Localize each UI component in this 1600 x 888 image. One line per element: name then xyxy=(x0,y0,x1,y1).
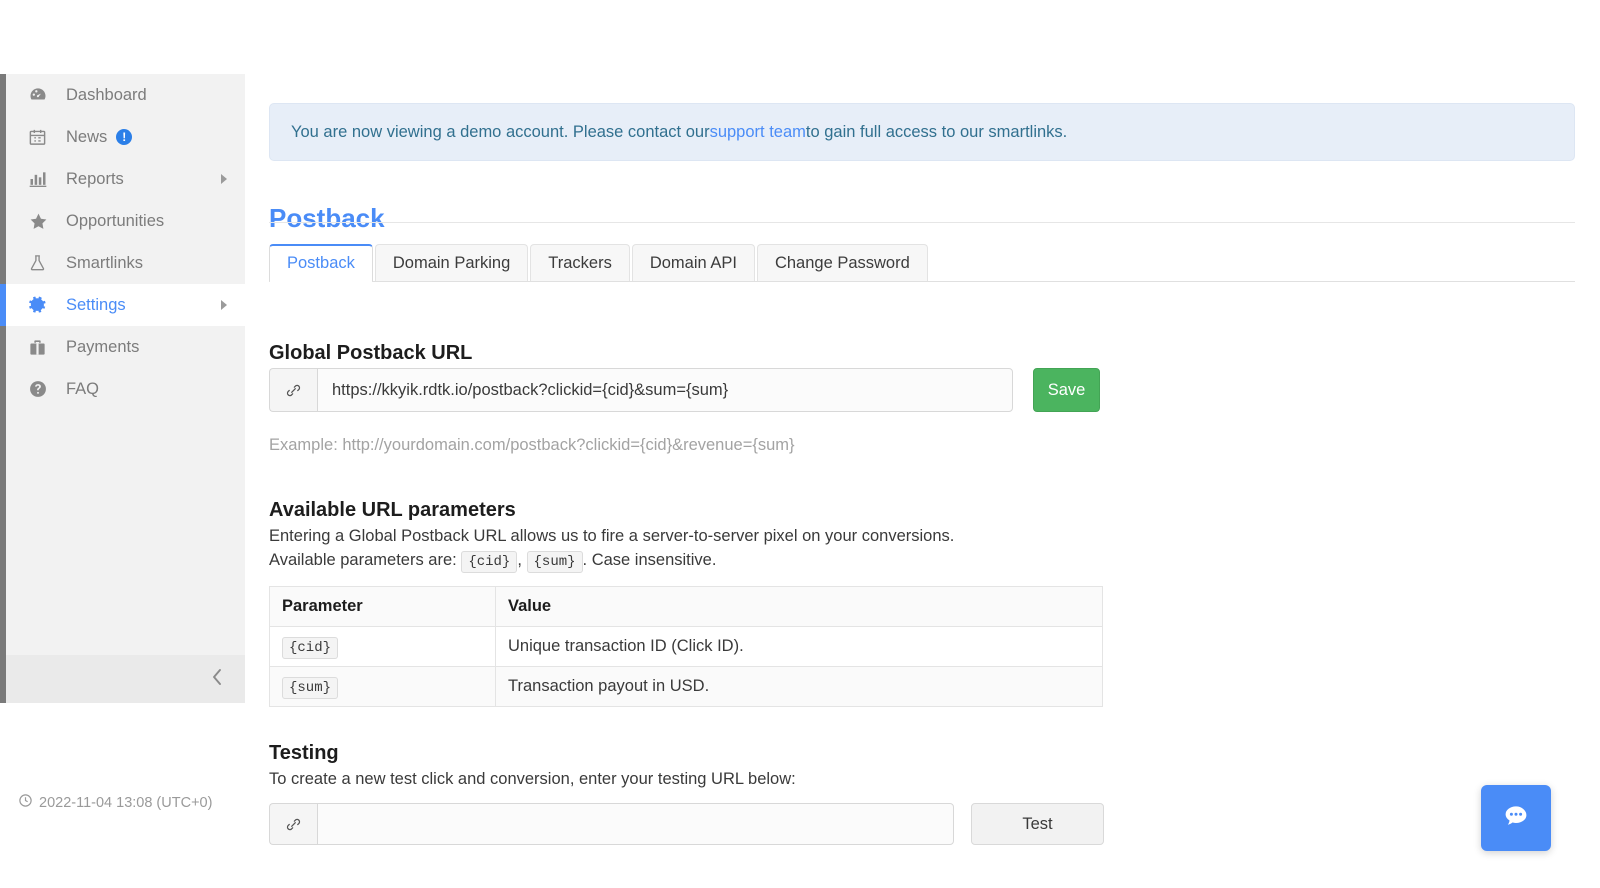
param-badge-sum-cell: {sum} xyxy=(282,677,339,699)
chat-widget-button[interactable] xyxy=(1481,785,1551,851)
sidebar-item-label: Dashboard xyxy=(66,85,147,104)
timestamp-text: 2022-11-04 13:08 (UTC+0) xyxy=(39,794,213,811)
sidebar-item-label: Smartlinks xyxy=(66,253,144,272)
tab-domain-api[interactable]: Domain API xyxy=(631,244,755,281)
sidebar-item-label: FAQ xyxy=(66,379,100,398)
cell-value: Transaction payout in USD. xyxy=(495,666,1103,707)
chevron-right-icon xyxy=(221,174,227,184)
bar-chart-icon xyxy=(28,168,54,190)
dashboard-icon xyxy=(28,84,54,106)
save-button[interactable]: Save xyxy=(1033,368,1100,412)
sidebar-item-news[interactable]: News ! xyxy=(6,116,245,158)
sidebar-item-label: Settings xyxy=(66,295,126,314)
testing-url-input[interactable] xyxy=(317,803,954,845)
testing-input-group xyxy=(269,803,954,845)
news-alert-badge: ! xyxy=(116,129,133,145)
briefcase-icon xyxy=(28,336,54,358)
parameters-description-line1: Entering a Global Postback URL allows us… xyxy=(269,527,955,545)
demo-account-banner: You are now viewing a demo account. Plea… xyxy=(269,103,1575,161)
sidebar-item-label: Opportunities xyxy=(66,211,165,230)
sidebar-collapse-button[interactable] xyxy=(0,655,245,703)
cell-parameter: {sum} xyxy=(269,666,496,707)
chat-bubble-icon xyxy=(1498,798,1534,839)
sidebar-item-payments[interactable]: Payments xyxy=(6,326,245,368)
sidebar-item-faq[interactable]: FAQ xyxy=(6,368,245,410)
tab-trackers[interactable]: Trackers xyxy=(530,244,630,281)
footer-timestamp: 2022-11-04 13:08 (UTC+0) xyxy=(18,793,212,812)
table-row: {cid} Unique transaction ID (Click ID). xyxy=(269,626,1103,667)
test-button[interactable]: Test xyxy=(971,803,1104,845)
page-title: Postback xyxy=(269,203,385,234)
sidebar: Dashboard News ! Reports Opportunities S… xyxy=(0,74,245,686)
sidebar-item-settings[interactable]: Settings xyxy=(0,284,245,326)
parameters-description-line2: Available parameters are: {cid}, {sum}. … xyxy=(269,551,717,573)
tab-domain-parking[interactable]: Domain Parking xyxy=(374,244,529,281)
testing-description: To create a new test click and conversio… xyxy=(269,770,796,788)
parameters-table: Parameter Value {cid} Unique transaction… xyxy=(269,586,1103,707)
support-team-link[interactable]: support team xyxy=(710,123,806,142)
title-divider xyxy=(269,222,1575,223)
sidebar-item-label: Payments xyxy=(66,337,140,356)
flask-icon xyxy=(28,252,54,274)
gear-icon xyxy=(28,294,54,316)
column-header-parameter: Parameter xyxy=(269,586,496,627)
available-parameters-heading: Available URL parameters xyxy=(269,498,516,521)
sidebar-item-smartlinks[interactable]: Smartlinks xyxy=(6,242,245,284)
sidebar-item-label: News xyxy=(66,127,108,146)
app-root: Dashboard News ! Reports Opportunities S… xyxy=(0,0,1600,888)
param-badge-cid-cell: {cid} xyxy=(282,637,339,659)
banner-text-before: You are now viewing a demo account. Plea… xyxy=(291,122,710,141)
global-postback-url-input[interactable] xyxy=(317,368,1013,412)
banner-text-after: to gain full access to our smartlinks. xyxy=(805,122,1068,141)
star-icon xyxy=(28,210,54,232)
column-header-value: Value xyxy=(495,586,1103,627)
param-badge-cid: {cid} xyxy=(461,551,518,573)
cell-parameter: {cid} xyxy=(269,626,496,667)
global-postback-heading: Global Postback URL xyxy=(269,341,473,364)
parameters-separator: , xyxy=(517,551,522,569)
chevron-right-icon xyxy=(221,300,227,310)
postback-example-text: Example: http://yourdomain.com/postback?… xyxy=(269,436,795,454)
table-row: {sum} Transaction payout in USD. xyxy=(269,666,1103,707)
main-content: You are now viewing a demo account. Plea… xyxy=(269,0,1600,888)
global-postback-input-group xyxy=(269,368,1013,412)
sidebar-item-opportunities[interactable]: Opportunities xyxy=(6,200,245,242)
testing-heading: Testing xyxy=(269,741,339,764)
link-icon xyxy=(269,368,317,412)
tab-postback[interactable]: Postback xyxy=(269,244,373,282)
calendar-icon xyxy=(28,126,54,148)
parameters-line2-prefix: Available parameters are: xyxy=(269,551,457,569)
tab-change-password[interactable]: Change Password xyxy=(756,244,928,281)
sidebar-item-dashboard[interactable]: Dashboard xyxy=(6,74,245,116)
question-circle-icon xyxy=(28,378,54,400)
sidebar-item-reports[interactable]: Reports xyxy=(6,158,245,200)
link-icon xyxy=(269,803,317,845)
sidebar-item-label: Reports xyxy=(66,169,124,188)
parameters-line2-suffix: . Case insensitive. xyxy=(582,551,717,569)
tab-bar: Postback Domain Parking Trackers Domain … xyxy=(269,244,1575,282)
clock-icon xyxy=(18,793,33,812)
param-badge-sum: {sum} xyxy=(526,551,583,573)
table-header-row: Parameter Value xyxy=(269,586,1103,627)
chevron-left-icon xyxy=(209,665,225,694)
cell-value: Unique transaction ID (Click ID). xyxy=(495,626,1103,667)
